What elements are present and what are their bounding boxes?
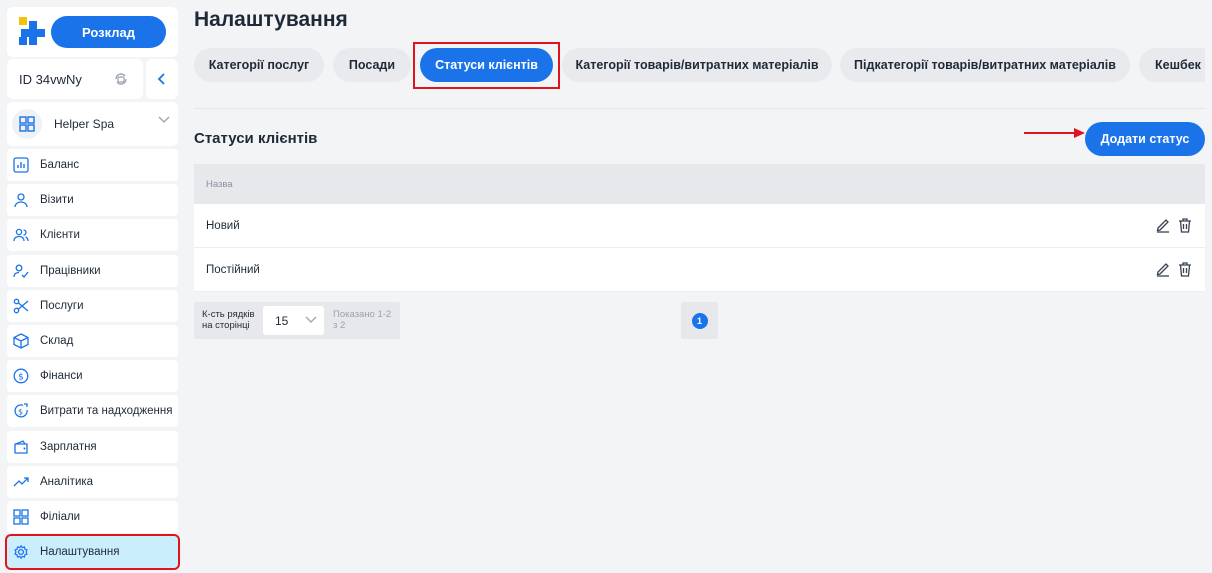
users-icon [12, 226, 30, 244]
user-icon [12, 191, 30, 209]
dollar-circle-icon: $ [12, 367, 30, 385]
sidebar-item-label: Зарплатня [40, 440, 97, 453]
sidebar-item-label: Працівники [40, 264, 101, 277]
organization-name: Helper Spa [54, 117, 115, 131]
trash-icon[interactable] [1177, 261, 1193, 277]
add-status-button[interactable]: Додати статус [1085, 122, 1205, 156]
sidebar-item-label: Аналітика [40, 475, 94, 488]
sync-icon[interactable] [113, 71, 129, 87]
tab-product-categories[interactable]: Категорії товарів/витратних матеріалів [562, 48, 832, 82]
chevron-down-icon [158, 116, 170, 123]
table-header: Назва [194, 164, 1205, 204]
sidebar-item-services[interactable]: Послуги [7, 289, 178, 322]
status-name: Новий [206, 219, 240, 232]
column-header-name: Назва [206, 178, 233, 190]
sidebar-item-balance[interactable]: Баланс [7, 149, 178, 181]
sidebar-item-expenses-income[interactable]: $ Витрати та надходження [7, 395, 178, 428]
collapse-sidebar-button[interactable] [146, 59, 178, 99]
sidebar-item-label: Склад [40, 334, 74, 347]
sidebar: Розклад ID 34vwNy Helper Spa Баланс Візи… [0, 0, 186, 573]
account-id-row: ID 34vwNy [7, 59, 143, 99]
chevron-left-icon [157, 73, 165, 85]
trend-up-icon [12, 473, 30, 491]
settings-tabs: Категорії послуг Посади Статуси клієнтів… [194, 48, 1205, 82]
row-actions [1155, 261, 1193, 277]
rows-per-page-label: К-сть рядків на сторінці [202, 309, 255, 331]
active-tab-highlight [413, 42, 560, 89]
tab-positions[interactable]: Посади [333, 48, 411, 82]
box-icon [12, 332, 30, 350]
organization-selector[interactable]: Helper Spa [7, 102, 178, 146]
sidebar-item-label: Візити [40, 194, 74, 207]
sidebar-item-salary[interactable]: Зарплатня [7, 430, 178, 463]
shown-range-label: Показано 1-2 з 2 [333, 309, 392, 331]
sidebar-item-finances[interactable]: $ Фінанси [7, 360, 178, 393]
arrow-right-icon [1024, 128, 1085, 138]
sidebar-item-visits[interactable]: Візити [7, 184, 178, 217]
sidebar-item-label: Фінанси [40, 370, 83, 383]
statuses-table: Назва Новий Постійний [194, 164, 1205, 292]
user-check-icon [12, 262, 30, 280]
status-name: Постійний [206, 263, 260, 276]
grid-icon [12, 109, 42, 139]
table-row: Постійний [194, 248, 1205, 292]
sidebar-item-analytics[interactable]: Аналітика [7, 465, 178, 498]
dollar-refresh-icon: $ [12, 402, 30, 420]
rows-per-page-control: К-сть рядків на сторінці 15 Показано 1-2… [194, 302, 400, 339]
rows-per-page-select[interactable]: 15 [263, 306, 324, 335]
grid-icon [12, 508, 30, 526]
sidebar-nav: Баланс Візити Клієнти Працівники Послуги… [5, 149, 180, 571]
pagination: 1 [681, 302, 718, 339]
section-title: Статуси клієнтів [194, 130, 318, 147]
trash-icon[interactable] [1177, 217, 1193, 233]
svg-text:$: $ [18, 373, 24, 383]
svg-text:$: $ [18, 408, 23, 417]
schedule-button[interactable]: Розклад [51, 16, 166, 48]
tab-cashback[interactable]: Кешбек [1139, 48, 1205, 82]
divider [194, 108, 1205, 109]
wallet-icon [12, 438, 30, 456]
edit-icon[interactable] [1155, 217, 1171, 233]
sidebar-item-label: Філіали [40, 510, 81, 523]
sidebar-item-clients[interactable]: Клієнти [7, 219, 178, 252]
table-row: Новий [194, 204, 1205, 248]
sidebar-item-employees[interactable]: Працівники [7, 254, 178, 287]
sidebar-item-settings[interactable]: Налаштування [5, 534, 180, 571]
tab-service-categories[interactable]: Категорії послуг [194, 48, 324, 82]
app-logo [19, 17, 45, 45]
gear-icon [12, 543, 30, 561]
sidebar-item-label: Клієнти [40, 229, 80, 242]
sidebar-item-label: Налаштування [40, 546, 120, 559]
chevron-down-icon [305, 316, 317, 323]
scissors-icon [12, 297, 30, 315]
tab-product-subcategories[interactable]: Підкатегорії товарів/витратних матеріалі… [840, 48, 1130, 82]
edit-icon[interactable] [1155, 261, 1171, 277]
sidebar-item-label: Баланс [40, 159, 80, 171]
row-actions [1155, 217, 1193, 233]
sidebar-item-warehouse[interactable]: Склад [7, 324, 178, 357]
sidebar-item-label: Витрати та надходження [40, 405, 173, 418]
page-title: Налаштування [194, 8, 348, 31]
chart-bar-icon [12, 156, 30, 174]
logo-row: Розклад [7, 7, 178, 57]
rows-per-page-value: 15 [275, 313, 289, 328]
page-button-current[interactable]: 1 [691, 312, 708, 329]
sidebar-item-branches[interactable]: Філіали [7, 500, 178, 533]
account-id: ID 34vwNy [19, 71, 82, 87]
sidebar-item-label: Послуги [40, 299, 84, 312]
